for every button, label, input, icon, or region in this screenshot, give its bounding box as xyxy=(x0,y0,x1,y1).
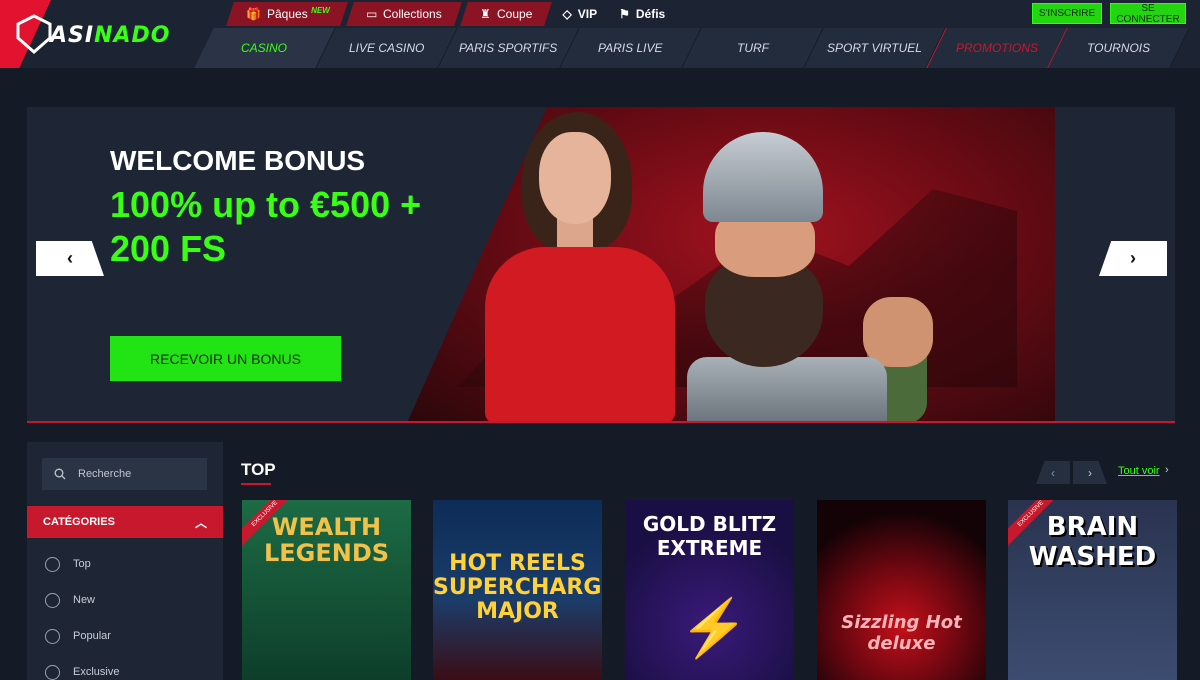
game-tile[interactable]: GOLD BLITZ EXTREME ⚡ xyxy=(625,500,794,680)
game-title: BRAIN WASHED xyxy=(1028,512,1157,572)
gift-icon: 🎁 xyxy=(246,7,261,21)
category-top[interactable]: Top xyxy=(27,546,223,582)
section-title: TOP xyxy=(241,460,276,479)
chevron-right-icon: › xyxy=(1130,248,1136,268)
banner-title: WELCOME BONUS xyxy=(110,145,366,176)
gnome-armor xyxy=(687,357,887,421)
game-tile[interactable]: Sizzling Hot deluxe xyxy=(817,500,986,680)
site-header: ASINADO 🎁 Pâques NEW ▭ Collections ♜ Cou… xyxy=(0,0,1200,68)
promo-banner: WELCOME BONUS 100% up to €500 + 200 FS R… xyxy=(27,107,1175,423)
nav-promotions[interactable]: PROMOTIONS xyxy=(926,28,1068,68)
trophy-icon: ♜ xyxy=(480,7,492,21)
search-icon xyxy=(54,468,66,480)
categories-header[interactable]: CATÉGORIES ︿ xyxy=(27,506,223,538)
nav-sport-virtuel[interactable]: SPORT VIRTUEL xyxy=(804,28,946,68)
nav-turf[interactable]: TURF xyxy=(682,28,824,68)
woman-face xyxy=(539,132,611,224)
category-new[interactable]: New xyxy=(27,582,223,618)
chevron-up-icon: ︿ xyxy=(194,516,207,530)
game-title: Sizzling Hot deluxe xyxy=(841,612,962,654)
logo[interactable]: ASINADO xyxy=(0,0,200,68)
game-tile[interactable]: HOT REELS SUPERCHARGED MAJOR xyxy=(433,500,602,680)
game-title: HOT REELS SUPERCHARGED MAJOR xyxy=(433,551,602,624)
game-tile[interactable]: EXCLUSIVE WEALTH LEGENDS xyxy=(242,500,411,680)
receive-bonus-button[interactable]: RECEVOIR UN BONUS xyxy=(110,336,341,381)
book-icon: ▭ xyxy=(366,7,378,21)
flag-icon: ⚑ xyxy=(619,7,630,21)
category-popular[interactable]: Popular xyxy=(27,618,223,654)
nav-casino[interactable]: CASINO xyxy=(194,28,336,68)
cherry-icon xyxy=(45,556,60,572)
lightning-icon: ⚡ xyxy=(679,596,749,659)
top-menu: 🎁 Pâques NEW ▭ Collections ♜ Coupe ◇ VIP… xyxy=(226,2,673,26)
top-item-collections[interactable]: ▭ Collections xyxy=(346,2,463,26)
section-underline xyxy=(241,483,271,485)
woman-dress xyxy=(485,247,675,421)
top-item-coupe[interactable]: ♜ Coupe xyxy=(460,2,553,26)
diamond-icon: ◇ xyxy=(562,7,572,21)
game-title: GOLD BLITZ EXTREME xyxy=(642,512,777,560)
chevron-right-icon: › xyxy=(1088,465,1092,480)
flame-icon xyxy=(45,628,60,644)
top-item-paques[interactable]: 🎁 Pâques NEW xyxy=(226,2,349,26)
game-tile[interactable]: EXCLUSIVE BRAIN WASHED xyxy=(1008,500,1177,680)
nav-paris-sportifs[interactable]: PARIS SPORTIFS xyxy=(438,28,580,68)
nav-paris-live[interactable]: PARIS LIVE xyxy=(560,28,702,68)
new-badge: NEW xyxy=(310,5,330,15)
chevron-left-icon: ‹ xyxy=(1051,465,1055,480)
games-prev-button[interactable]: ‹ xyxy=(1036,461,1070,484)
logo-text: ASINADO xyxy=(50,23,171,48)
top-item-defis[interactable]: ⚑ Défis xyxy=(611,2,673,26)
chevron-left-icon: ‹ xyxy=(67,248,73,268)
nav-tournois[interactable]: TOURNOIS xyxy=(1048,28,1190,68)
game-title: WEALTH LEGENDS xyxy=(263,513,390,567)
category-list: Top New Popular Exclusive xyxy=(27,546,223,680)
chevron-right-icon: › xyxy=(1165,464,1169,476)
signup-button[interactable]: S'INSCRIRE xyxy=(1032,3,1102,24)
games-next-button[interactable]: › xyxy=(1073,461,1107,484)
new-icon xyxy=(45,592,60,608)
nav-live-casino[interactable]: LIVE CASINO xyxy=(316,28,458,68)
category-exclusive[interactable]: Exclusive xyxy=(27,654,223,680)
gnome-thumbs-up xyxy=(863,297,933,367)
banner-offer: 100% up to €500 + 200 FS xyxy=(110,184,422,269)
search-placeholder: Recherche xyxy=(78,468,132,480)
search-input[interactable]: Recherche xyxy=(42,458,207,490)
login-button[interactable]: SE CONNECTER xyxy=(1110,3,1186,25)
shield-logo-icon xyxy=(16,14,52,54)
main-nav: CASINO LIVE CASINO PARIS SPORTIFS PARIS … xyxy=(194,28,1190,68)
sidebar: Recherche CATÉGORIES ︿ Top New Popular E… xyxy=(27,442,223,680)
top-item-vip[interactable]: ◇ VIP xyxy=(555,2,606,26)
see-all-link[interactable]: Tout voir xyxy=(1118,465,1160,477)
gem-icon xyxy=(45,664,60,680)
